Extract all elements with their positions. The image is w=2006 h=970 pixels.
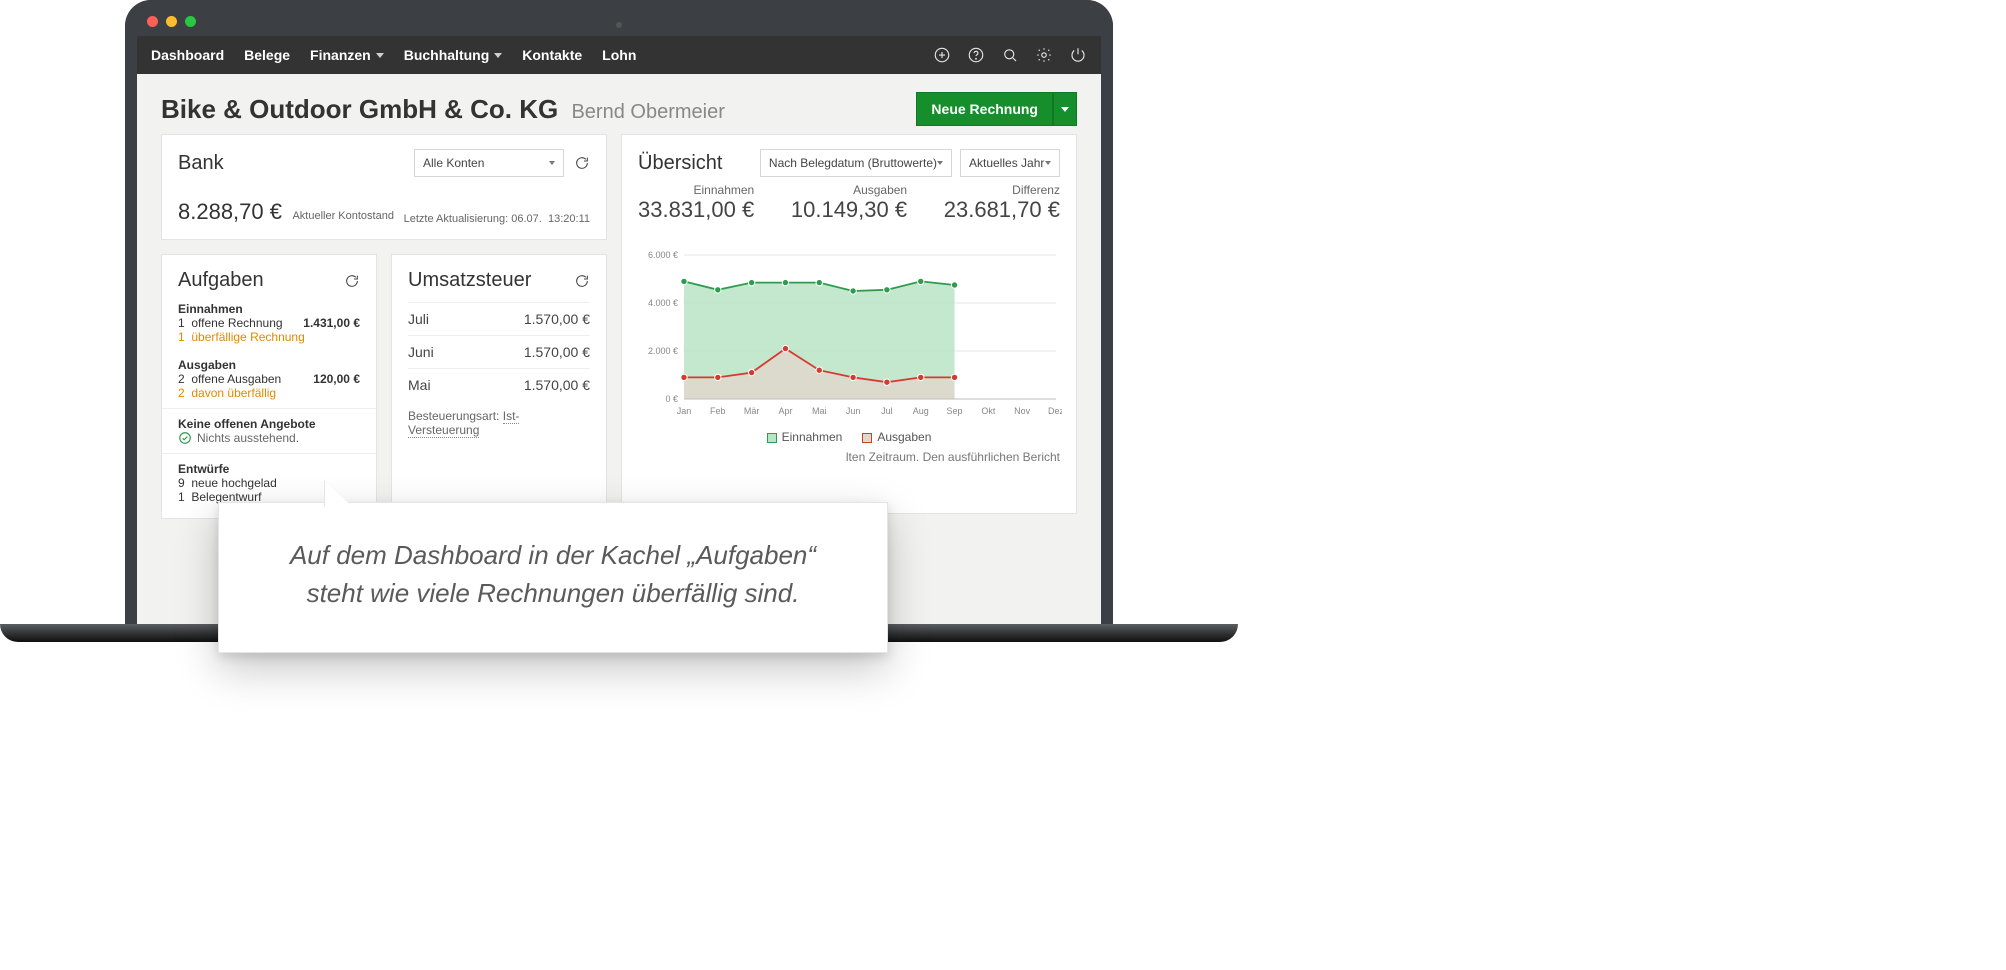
nav-dashboard[interactable]: Dashboard	[151, 47, 224, 63]
camera-dot	[616, 22, 622, 28]
vat-row[interactable]: Juni1.570,00 €	[408, 335, 590, 368]
svg-text:Nov: Nov	[1014, 406, 1031, 416]
svg-text:Aug: Aug	[913, 406, 929, 416]
chevron-down-icon	[376, 53, 384, 58]
company-title: Bike & Outdoor GmbH & Co. KG Bernd Oberm…	[161, 94, 725, 125]
tasks-ausgaben-h: Ausgaben	[178, 358, 360, 372]
nothing-pending: Nichts ausstehend.	[178, 431, 360, 445]
bank-balance-sub: Aktueller Kontostand	[292, 210, 394, 222]
svg-text:Sep: Sep	[947, 406, 963, 416]
legend-swatch-einnahmen	[767, 433, 777, 443]
task-row[interactable]: 1 offene Rechnung 1.431,00 €	[178, 316, 360, 330]
new-invoice-split-button[interactable]: Neue Rechnung	[916, 92, 1077, 126]
svg-text:Jun: Jun	[846, 406, 861, 416]
bank-title: Bank	[178, 152, 224, 175]
svg-text:Mai: Mai	[812, 406, 827, 416]
user-name: Bernd Obermeier	[571, 101, 724, 123]
chevron-down-icon	[549, 161, 555, 165]
macos-traffic-lights	[147, 16, 196, 27]
tasks-card: Aufgaben Einnahmen 1 offene Rechnung 1.4…	[161, 254, 377, 519]
check-circle-icon	[178, 431, 192, 445]
task-row-overdue[interactable]: 1 überfällige Rechnung	[178, 330, 360, 344]
nav-finanzen[interactable]: Finanzen	[310, 47, 384, 63]
chevron-down-icon	[494, 53, 502, 58]
refresh-icon[interactable]	[344, 273, 360, 289]
help-icon[interactable]	[967, 46, 985, 64]
svg-text:Jan: Jan	[677, 406, 692, 416]
power-icon[interactable]	[1069, 46, 1087, 64]
overview-card: Übersicht Nach Belegdatum (Bruttowerte) …	[621, 134, 1077, 514]
svg-text:Feb: Feb	[710, 406, 726, 416]
task-row-overdue[interactable]: 2 davon überfällig	[178, 386, 360, 400]
overview-period-selector[interactable]: Aktuelles Jahr	[960, 149, 1060, 177]
task-row[interactable]: 2 offene Ausgaben 120,00 €	[178, 372, 360, 386]
svg-text:Okt: Okt	[981, 406, 996, 416]
kpi-ausgaben: Ausgaben 10.149,30 €	[791, 183, 907, 223]
tasks-einnahmen-h: Einnahmen	[178, 302, 360, 316]
tasks-drafts-h: Entwürfe	[178, 462, 360, 476]
svg-text:0 €: 0 €	[665, 394, 678, 404]
plus-circle-icon[interactable]	[933, 46, 951, 64]
bank-balance: 8.288,70 €	[178, 199, 282, 224]
overview-footer-text: lten Zeitraum. Den ausführlichen Bericht	[638, 450, 1060, 464]
tasks-none-offers: Keine offenen Angebote	[178, 417, 360, 431]
legend-swatch-ausgaben	[862, 433, 872, 443]
bank-card: Bank Alle Konten 8.288,7	[161, 134, 607, 240]
new-invoice-dropdown[interactable]	[1053, 92, 1077, 126]
refresh-icon[interactable]	[574, 273, 590, 289]
svg-text:Mär: Mär	[744, 406, 760, 416]
zoom-dot[interactable]	[185, 16, 196, 27]
info-callout-bubble: Auf dem Dashboard in der Kachel „Aufgabe…	[218, 502, 888, 653]
vat-row[interactable]: Juli1.570,00 €	[408, 302, 590, 335]
tasks-title: Aufgaben	[178, 269, 264, 292]
svg-text:Dez: Dez	[1048, 406, 1062, 416]
svg-text:Apr: Apr	[778, 406, 792, 416]
chevron-down-icon	[1061, 107, 1069, 112]
chevron-down-icon	[1045, 161, 1051, 165]
vat-card: Umsatzsteuer Juli1.570,00 € Juni1.570,00…	[391, 254, 607, 519]
bank-last-update: Letzte Aktualisierung: 06.07. 13:20:11	[404, 213, 590, 225]
close-dot[interactable]	[147, 16, 158, 27]
overview-title: Übersicht	[638, 152, 722, 175]
svg-text:4.000 €: 4.000 €	[648, 298, 678, 308]
kpi-einnahmen: Einnahmen 33.831,00 €	[638, 183, 754, 223]
new-invoice-button[interactable]: Neue Rechnung	[916, 92, 1053, 126]
svg-text:2.000 €: 2.000 €	[648, 346, 678, 356]
refresh-icon[interactable]	[574, 155, 590, 171]
nav-belege[interactable]: Belege	[244, 47, 290, 63]
search-icon[interactable]	[1001, 46, 1019, 64]
vat-title: Umsatzsteuer	[408, 269, 531, 292]
nav-buchhaltung[interactable]: Buchhaltung	[404, 47, 503, 63]
gear-icon[interactable]	[1035, 46, 1053, 64]
nav-lohn[interactable]: Lohn	[602, 47, 636, 63]
overview-chart: 0 € 2.000 € 4.000 € 6.000 € Jan Feb Mär Apr Mai J…	[638, 249, 1060, 424]
overview-basis-selector[interactable]: Nach Belegdatum (Bruttowerte)	[760, 149, 952, 177]
chart-legend: Einnahmen Ausgaben	[638, 430, 1060, 444]
svg-text:Jul: Jul	[881, 406, 893, 416]
minimize-dot[interactable]	[166, 16, 177, 27]
chevron-down-icon	[937, 161, 943, 165]
top-nav: Dashboard Belege Finanzen Buchhaltung Ko…	[137, 36, 1101, 74]
vat-row[interactable]: Mai1.570,00 €	[408, 368, 590, 401]
nav-kontakte[interactable]: Kontakte	[522, 47, 582, 63]
account-selector[interactable]: Alle Konten	[414, 149, 564, 177]
vat-taxation-mode: Besteuerungsart: Ist-Versteuerung	[408, 409, 590, 437]
kpi-differenz: Differenz 23.681,70 €	[944, 183, 1060, 223]
svg-text:6.000 €: 6.000 €	[648, 250, 678, 260]
